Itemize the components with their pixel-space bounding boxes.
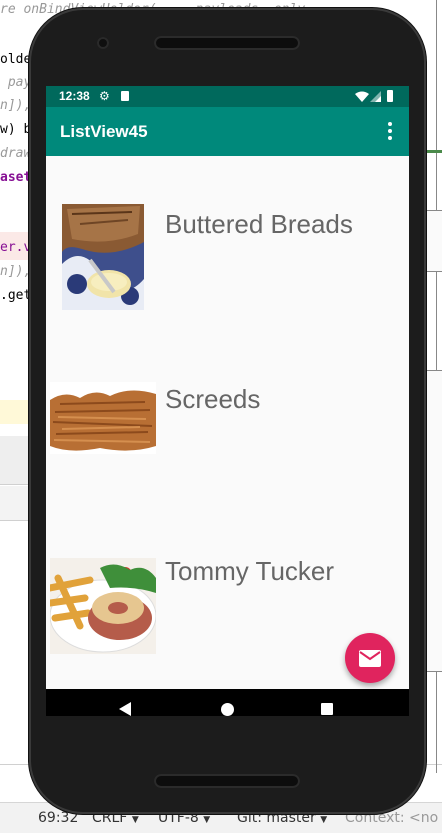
screeds-image [50, 382, 156, 454]
mail-icon [359, 650, 381, 667]
code-text: draw [0, 146, 32, 161]
code-line: olde [0, 52, 31, 68]
code-text: n]), [0, 98, 32, 113]
nav-home-button[interactable] [197, 689, 257, 716]
code-line: n]), [0, 98, 31, 114]
code-text: olde [0, 52, 32, 67]
code-text: aset [0, 170, 32, 185]
nav-back-button[interactable] [96, 689, 156, 716]
buttered-breads-image [62, 204, 144, 310]
code-text: .get [0, 288, 32, 303]
code-line: .get [0, 288, 31, 304]
settings-gear-icon: ⚙ [99, 89, 110, 103]
device-screen: 12:38 ⚙ ListView45 Buttered Breads Scree… [46, 86, 409, 716]
code-text: n]), [0, 264, 32, 279]
code-text: w) b [0, 122, 32, 137]
phone-frame: 12:38 ⚙ ListView45 Buttered Breads Scree… [29, 8, 426, 814]
back-icon [119, 702, 131, 716]
code-line: w) b [0, 122, 31, 138]
chevron-down-icon: ▼ [203, 815, 211, 825]
tommy-tucker-image [50, 558, 156, 654]
chevron-down-icon: ▼ [131, 815, 139, 825]
code-line: pay [0, 75, 32, 91]
status-time: 12:38 [59, 89, 90, 103]
code-line: n]), [0, 264, 31, 280]
ide-side-panel [425, 210, 442, 272]
code-line: er.v [0, 240, 31, 256]
front-camera [97, 37, 109, 49]
overflow-menu-icon[interactable] [383, 119, 397, 143]
code-line: aset [0, 170, 31, 186]
android-nav-bar [46, 689, 409, 716]
nav-recents-button[interactable] [297, 689, 357, 716]
sd-card-icon [121, 91, 129, 101]
code-text: er.v [0, 240, 32, 255]
home-icon [221, 703, 234, 716]
list-item[interactable]: Screeds [46, 332, 409, 508]
signal-icon [370, 91, 381, 102]
recents-icon [321, 703, 333, 715]
code-text: pay [0, 75, 32, 90]
code-line: draw [0, 146, 31, 162]
list-item[interactable]: Buttered Breads [46, 156, 409, 332]
top-speaker [154, 36, 300, 50]
app-bar: ListView45 [46, 107, 409, 156]
chevron-down-icon: ▼ [320, 815, 328, 825]
list-view[interactable]: Buttered Breads Screeds Tommy Tucker [46, 156, 409, 689]
wifi-icon [355, 91, 369, 102]
app-title: ListView45 [60, 122, 148, 141]
item-label: Tommy Tucker [165, 556, 335, 586]
item-label: Screeds [165, 384, 261, 414]
item-label: Buttered Breads [165, 209, 353, 239]
compose-mail-fab[interactable] [345, 633, 395, 683]
bottom-speaker [154, 774, 300, 788]
android-status-bar: 12:38 ⚙ [46, 86, 409, 107]
battery-icon [387, 90, 393, 102]
ide-side-panel [425, 370, 442, 672]
